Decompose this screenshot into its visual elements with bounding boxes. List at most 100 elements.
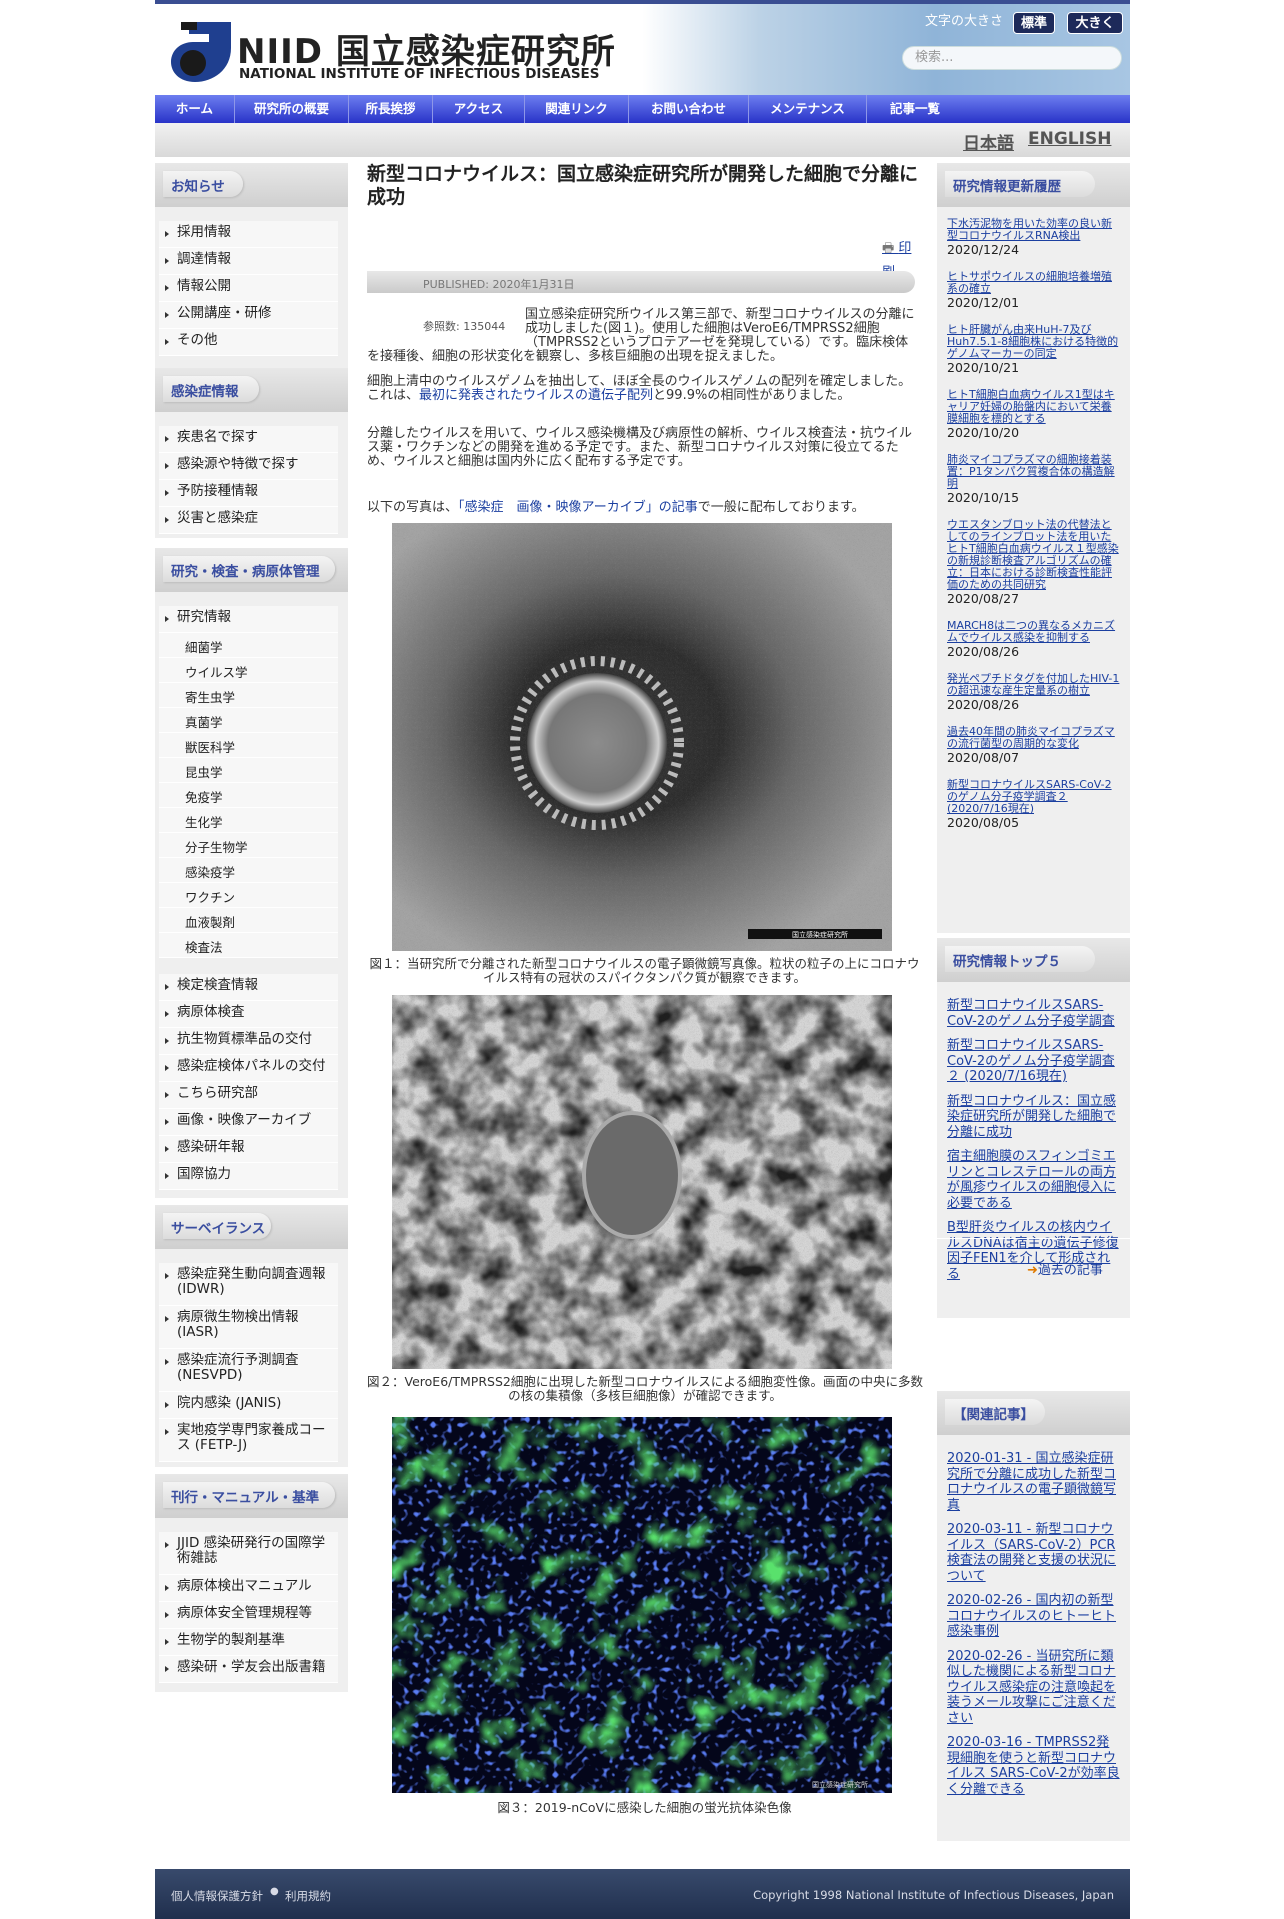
related-link[interactable]: 2020-03-11 - 新型コロナウイルス（SARS-CoV-2）PCR検査法…: [947, 1522, 1120, 1584]
nav-home[interactable]: ホーム: [155, 95, 235, 123]
sidebar-item-disclosure[interactable]: 情報公開: [159, 275, 338, 302]
sidebar-item-pathogen-test[interactable]: 病原体検査: [159, 1001, 338, 1028]
font-standard-button[interactable]: 標準: [1013, 12, 1055, 34]
update-date: 2020/10/20: [947, 425, 1020, 440]
sidebar-item-departments[interactable]: こちら研究部: [159, 1082, 338, 1109]
sidebar-item-by-source[interactable]: 感染源や特徴で探す: [159, 453, 338, 480]
article-paragraph-1: 国立感染症研究所ウイルス第三部で、新型コロナウイルスの分離に成功しました(図１)…: [367, 308, 915, 364]
sidebar-item-by-disease[interactable]: 疾患名で探す: [159, 426, 338, 453]
search-input[interactable]: 検索...: [902, 46, 1122, 70]
sidebar-item-international[interactable]: 国際協力: [159, 1163, 338, 1190]
figure-3-caption: 図３：2019-nCoVに感染した細胞の蛍光抗体染色像: [497, 1800, 792, 1815]
related-link[interactable]: 2020-03-16 - TMPRSS2発現細胞を使うと新型コロナウイルス SA…: [947, 1735, 1120, 1797]
update-date: 2020/10/15: [947, 490, 1020, 505]
update-link[interactable]: ヒトT細胞白血病ウイルス1型はキャリア妊婦の胎盤内において栄養膜細胞を標的とする: [947, 389, 1120, 425]
sidebar-item-other[interactable]: その他: [159, 329, 338, 356]
sidebar-subitem-virology[interactable]: ウイルス学: [159, 658, 338, 683]
sidebar-item-antibiotic-standards[interactable]: 抗生物質標準品の交付: [159, 1028, 338, 1055]
sidebar-subitem-molecular-biology[interactable]: 分子生物学: [159, 833, 338, 858]
update-link[interactable]: MARCH8は二つの異なるメカニズムでウイルス感染を抑制する: [947, 620, 1120, 644]
lang-english-link[interactable]: ENGLISH: [1028, 129, 1111, 149]
related-link[interactable]: 2020-02-26 - 国内初の新型コロナウイルスのヒトーヒト感染事例: [947, 1593, 1120, 1640]
sidebar-subitem-veterinary[interactable]: 獣医科学: [159, 733, 338, 758]
top5-link[interactable]: 新型コロナウイルスSARS-CoV-2のゲノム分子疫学調査: [947, 998, 1120, 1029]
paragraph-4-text-a: 以下の写真は、: [367, 500, 459, 515]
sidebar-item-research-info[interactable]: 研究情報: [159, 606, 338, 633]
sidebar-subitem-test-methods[interactable]: 検査法: [159, 933, 338, 958]
related-link[interactable]: 2020-01-31 - 国立感染症研究所で分離に成功した新型コロナウイルスの電…: [947, 1451, 1120, 1513]
sidebar-item-iasr[interactable]: 病原微生物検出情報 (IASR): [159, 1306, 338, 1349]
sidebar-item-disaster[interactable]: 災害と感染症: [159, 507, 338, 534]
cell-culture-image: [392, 995, 892, 1369]
nav-access[interactable]: アクセス: [433, 95, 525, 123]
sidebar-item-specimen-panel[interactable]: 感染症検体パネルの交付: [159, 1055, 338, 1082]
sidebar-item-recruit[interactable]: 採用情報: [159, 221, 338, 248]
updates-list: 下水汚泥物を用いた効率の良い新型コロナウイルスRNA検出 2020/12/24 ヒ…: [937, 207, 1130, 831]
sidebar-subitem-vaccine[interactable]: ワクチン: [159, 883, 338, 908]
nav-articles[interactable]: 記事一覧: [867, 95, 963, 123]
update-link[interactable]: 新型コロナウイルスSARS-CoV-2のゲノム分子疫学調査２ (2020/7/1…: [947, 779, 1120, 815]
update-date: 2020/12/01: [947, 295, 1020, 310]
font-large-button[interactable]: 大きく: [1067, 12, 1123, 34]
genome-sequence-link[interactable]: 最初に発表されたウイルスの遺伝子配列: [419, 388, 653, 403]
sidebar-subitem-mycology[interactable]: 真菌学: [159, 708, 338, 733]
update-link[interactable]: 発光ペプチドタグを付加したHIV-1の超迅速な産生定量系の樹立: [947, 673, 1120, 697]
font-size-label: 文字の大きさ: [925, 14, 1004, 29]
sidebar-item-lectures[interactable]: 公開講座・研修: [159, 302, 338, 329]
terms-link[interactable]: 利用規約: [285, 1888, 331, 1904]
sidebar-item-assay[interactable]: 検定検査情報: [159, 974, 338, 1001]
past-articles-link[interactable]: ➜過去の記事: [1027, 1259, 1103, 1278]
arrow-right-icon: ➜: [1027, 1263, 1038, 1278]
sidebar-item-books[interactable]: 感染研・学友会出版書籍: [159, 1656, 338, 1683]
sidebar-item-nesvpd[interactable]: 感染症流行予測調査 (NESVPD): [159, 1349, 338, 1392]
top5-header: 研究情報トップ５: [937, 938, 1130, 982]
top5-link[interactable]: 宿主細胞膜のスフィンゴミエリンとコレステロールの両方が風疹ウイルスの細胞侵入に必…: [947, 1149, 1120, 1211]
sidebar-item-bio-standards[interactable]: 生物学的製剤基準: [159, 1629, 338, 1656]
top5-link[interactable]: 新型コロナウイルスSARS-CoV-2のゲノム分子疫学調査２ (2020/7/1…: [947, 1038, 1120, 1085]
sidebar-item-manual[interactable]: 病原体検出マニュアル: [159, 1575, 338, 1602]
update-date: 2020/08/27: [947, 591, 1020, 606]
nav-maintenance[interactable]: メンテナンス: [749, 95, 867, 123]
update-link[interactable]: 下水汚泥物を用いた効率の良い新型コロナウイルスRNA検出: [947, 218, 1120, 242]
sidebar-subitem-blood-products[interactable]: 血液製剤: [159, 908, 338, 933]
float-spacer: [367, 308, 525, 350]
giant-cell: [582, 1111, 682, 1239]
update-link[interactable]: 過去40年間の肺炎マイコプラズマの流行菌型の周期的な変化: [947, 726, 1120, 750]
sidebar-research-header: 研究・検査・病原体管理: [155, 548, 348, 592]
update-link[interactable]: ヒト肝臓がん由来HuH-7及びHuh7.5.1-8細胞株における特徴的ゲノムマー…: [947, 324, 1120, 360]
sidebar-item-janis[interactable]: 院内感染 (JANIS): [159, 1392, 338, 1419]
sidebar-subitem-bacteriology[interactable]: 細菌学: [159, 633, 338, 658]
sidebar-subitem-entomology[interactable]: 昆虫学: [159, 758, 338, 783]
update-link[interactable]: ヒトサポウイルスの細胞培養増殖系の確立: [947, 271, 1120, 295]
nav-greeting[interactable]: 所長挨拶: [349, 95, 433, 123]
sidebar-surveillance-title: サーベイランス: [171, 1221, 266, 1237]
sidebar-subitem-biochemistry[interactable]: 生化学: [159, 808, 338, 833]
sidebar-item-jjid[interactable]: JJID 感染研発行の国際学術雑誌: [159, 1532, 338, 1575]
sidebar-item-fetp[interactable]: 実地疫学専門家養成コース (FETP-J): [159, 1419, 338, 1462]
sidebar-related: 【関連記事】 2020-01-31 - 国立感染症研究所で分離に成功した新型コロ…: [937, 1391, 1130, 1841]
sidebar-item-annual-report[interactable]: 感染研年報: [159, 1136, 338, 1163]
sidebar-item-vaccination[interactable]: 予防接種情報: [159, 480, 338, 507]
sidebar-subitem-immunology[interactable]: 免疫学: [159, 783, 338, 808]
sidebar-surveillance: サーベイランス 感染症発生動向調査週報 (IDWR) 病原微生物検出情報 (IA…: [155, 1205, 348, 1467]
update-link[interactable]: 肺炎マイコプラズマの細胞接着装置：P1タンパク質複合体の構造解明: [947, 454, 1120, 490]
niid-logo-icon[interactable]: [169, 18, 233, 84]
update-link[interactable]: ウエスタンブロット法の代替法としてのラインブロット法を用いたヒトT細胞白血病ウイ…: [947, 519, 1120, 591]
sidebar-item-biosafety[interactable]: 病原体安全管理規程等: [159, 1602, 338, 1629]
sidebar-item-idwr[interactable]: 感染症発生動向調査週報 (IDWR): [159, 1263, 338, 1306]
nav-about[interactable]: 研究所の概要: [235, 95, 349, 123]
sidebar-item-procurement[interactable]: 調達情報: [159, 248, 338, 275]
image-archive-link[interactable]: 「感染症 画像・映像アーカイブ」の記事: [458, 500, 698, 515]
sidebar-publications-title: 刊行・マニュアル・基準: [171, 1490, 320, 1506]
nav-links[interactable]: 関連リンク: [525, 95, 629, 123]
privacy-link[interactable]: 個人情報保護方針: [171, 1888, 263, 1904]
top5-link[interactable]: 新型コロナウイルス：国立感染症研究所が開発した細胞で分離に成功: [947, 1094, 1120, 1141]
paragraph-4-text-b: で一般に配布しております。: [697, 500, 865, 515]
sidebar-subitem-parasitology[interactable]: 寄生虫学: [159, 683, 338, 708]
sidebar-item-image-archive[interactable]: 画像・映像アーカイブ: [159, 1109, 338, 1136]
lang-japanese-link[interactable]: 日本語: [963, 129, 1014, 154]
related-link[interactable]: 2020-02-26 - 当研究所に類似した機関による新型コロナウイルス感染症の…: [947, 1649, 1120, 1727]
sidebar-subitem-epidemiology[interactable]: 感染疫学: [159, 858, 338, 883]
nav-contact[interactable]: お問い合わせ: [629, 95, 749, 123]
